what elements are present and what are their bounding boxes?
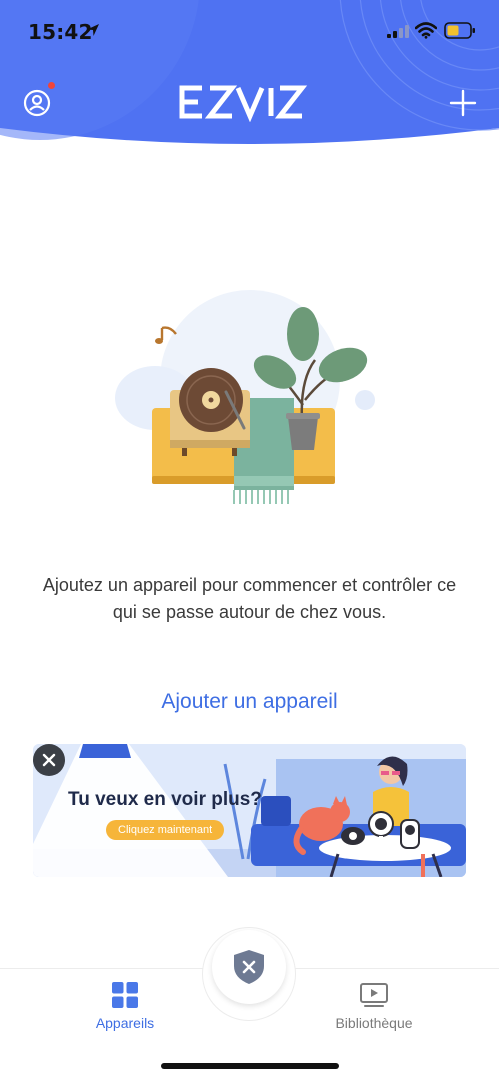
tab-library[interactable]: Bibliothèque: [304, 969, 444, 1039]
close-icon: [42, 753, 56, 767]
promo-banner[interactable]: Tu veux en voir plus? Cliquez maintenant: [33, 744, 466, 877]
tab-library-label: Bibliothèque: [335, 1015, 413, 1031]
add-device-button[interactable]: [448, 88, 478, 118]
battery-icon: [444, 22, 475, 39]
banner-cta-button[interactable]: Cliquez maintenant: [106, 820, 225, 840]
status-time: 15:42: [28, 20, 93, 44]
empty-state-message: Ajoutez un appareil pour commencer et co…: [42, 575, 457, 622]
ezviz-logo: [179, 85, 308, 122]
user-circle-icon: [23, 89, 51, 117]
shield-x-icon: [234, 950, 264, 984]
plus-icon: [449, 89, 477, 117]
play-library-icon: [360, 983, 388, 1007]
app-header: 15:42: [0, 0, 499, 150]
location-arrow-icon: [87, 24, 99, 36]
profile-button[interactable]: [22, 88, 52, 118]
grid-icon: [112, 982, 138, 1008]
security-shield-button[interactable]: [212, 930, 286, 1004]
banner-title: Tu veux en voir plus?: [68, 789, 262, 810]
tab-devices-label: Appareils: [95, 1015, 155, 1031]
home-indicator: [161, 1063, 339, 1069]
empty-state-illustration: [115, 290, 375, 504]
banner-close-button[interactable]: [33, 744, 65, 776]
wifi-icon: [415, 22, 437, 39]
status-bar: 15:42: [0, 18, 499, 46]
cellular-signal-icon: [387, 25, 409, 38]
tab-devices[interactable]: Appareils: [55, 969, 195, 1039]
add-device-link[interactable]: Ajouter un appareil: [0, 690, 499, 714]
notification-dot: [48, 82, 55, 89]
